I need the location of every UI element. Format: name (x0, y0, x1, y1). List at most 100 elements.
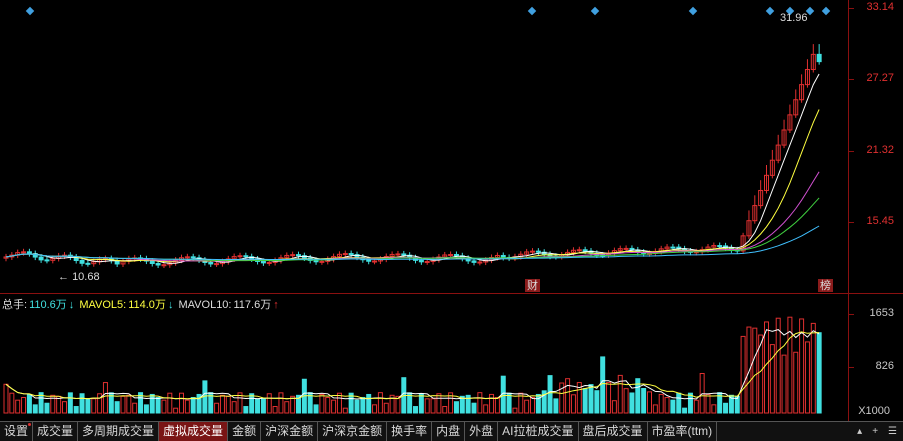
tab-multi-period-volume[interactable]: 多周期成交量 (78, 422, 160, 441)
volume-bar (471, 402, 477, 414)
candle-body (237, 255, 243, 258)
volume-bar (629, 392, 635, 414)
tab-volume[interactable]: 成交量 (33, 422, 79, 441)
candle-body (418, 259, 424, 263)
tab-hsj-amount[interactable]: 沪深京金额 (318, 422, 388, 441)
volume-bar (775, 317, 781, 414)
tab-turnover-rate[interactable]: 换手率 (387, 422, 433, 441)
volume-bar (278, 392, 284, 414)
low-price-label: ← 10.68 (58, 271, 100, 283)
mavol10-value: 117.6万 (233, 299, 272, 311)
candle-body (348, 253, 354, 256)
volume-bar (483, 404, 489, 414)
volume-bar (284, 401, 290, 414)
volume-bar (325, 397, 331, 414)
volume-bar (711, 404, 717, 414)
tab-pe-ttm[interactable]: 市盈率(ttm) (648, 422, 718, 441)
tab-label: 虚拟成交量 (163, 424, 224, 438)
volume-bar (114, 401, 120, 414)
tab-label: AI拉桩成交量 (502, 424, 574, 438)
price-axis-label: 27.27 (866, 72, 894, 84)
volume-bar (764, 321, 769, 414)
volume-bar (102, 382, 108, 414)
volume-bar (512, 407, 518, 414)
tab-inner-volume[interactable]: 内盘 (432, 422, 466, 441)
event-marker-bang[interactable]: 榜 (818, 279, 833, 292)
volume-bar (652, 404, 658, 414)
mavol10-label: MAVOL10: (178, 299, 232, 311)
candle-body (623, 247, 629, 250)
volume-bar (746, 326, 752, 414)
candle-body (424, 261, 430, 264)
volume-bar (693, 399, 699, 414)
tab-settings[interactable]: 设置 (0, 422, 34, 441)
axis-tick (849, 367, 854, 368)
volume-bar (810, 322, 816, 414)
volume-bar (752, 327, 758, 414)
candle-body (477, 261, 483, 264)
volume-bar (79, 393, 85, 414)
volume-bar (383, 402, 389, 414)
moving-average-line (5, 73, 820, 264)
tab-after-hours-volume[interactable]: 盘后成交量 (579, 422, 648, 441)
tab-virtual-volume[interactable]: 虚拟成交量 (159, 422, 229, 441)
volume-bar (15, 399, 21, 414)
volume-bar (173, 407, 179, 414)
volume-bar (249, 393, 255, 414)
event-marker-cai[interactable]: 财 (525, 279, 540, 292)
tab-label: 外盘 (469, 424, 494, 438)
volume-bar (3, 383, 9, 414)
volume-bar (26, 393, 32, 414)
volume-bar (606, 382, 612, 414)
volume-bar (816, 332, 822, 414)
candle-body (717, 245, 723, 248)
candle-body (500, 254, 506, 258)
volume-bar (62, 401, 67, 414)
total-volume-value: 110.6万 (29, 299, 67, 311)
volume-bar (682, 407, 688, 414)
volume-bar (161, 399, 167, 414)
volume-bar (535, 393, 541, 414)
volume-bar (418, 393, 424, 414)
candle-body (38, 256, 44, 261)
candle-body (395, 253, 401, 256)
volume-bar (319, 393, 325, 414)
candle-body (342, 253, 348, 256)
mavol5-value: 114.0万 (128, 299, 166, 311)
volume-bar (804, 341, 810, 414)
collapse-icon[interactable]: ▴ (857, 426, 862, 437)
tab-amount[interactable]: 金额 (228, 422, 262, 441)
volume-bar (570, 394, 576, 414)
volume-bar (553, 398, 559, 414)
candle-body (85, 262, 91, 265)
tab-controls: ▴ + ☰ (857, 426, 903, 437)
volume-bar (723, 402, 729, 414)
volume-bar (73, 406, 79, 414)
volume-unit-label: X1000 (858, 405, 890, 417)
tab-outer-volume[interactable]: 外盘 (465, 422, 499, 441)
candle-body (670, 246, 676, 249)
candle-body (535, 250, 541, 253)
volume-bar (32, 404, 38, 414)
plus-icon[interactable]: + (872, 426, 878, 437)
tab-ai-volume[interactable]: AI拉桩成交量 (498, 422, 579, 441)
volume-bar (190, 396, 196, 414)
tab-hs-amount[interactable]: 沪深金额 (261, 422, 319, 441)
volume-bar (453, 401, 459, 414)
arrow-up-icon: ↑ (273, 299, 279, 311)
kline-chart[interactable] (0, 0, 848, 421)
volume-axis-label: 1653 (869, 307, 894, 319)
price-axis-label: 15.45 (866, 215, 894, 227)
volume-bar (413, 406, 418, 414)
candle-body (79, 260, 85, 264)
menu-icon[interactable]: ☰ (888, 426, 897, 437)
volume-bar (781, 354, 787, 414)
candle-body (319, 260, 325, 263)
indicator-tab-bar: 设置 成交量 多周期成交量 虚拟成交量 金额 沪深金额 沪深京金额 换手率 内盘… (0, 421, 903, 441)
volume-ma-line (5, 329, 820, 400)
volume-bar (120, 395, 126, 414)
volume-bar (676, 392, 682, 414)
volume-bar (149, 393, 155, 414)
candle-body (816, 53, 822, 63)
volume-bar (623, 388, 629, 414)
